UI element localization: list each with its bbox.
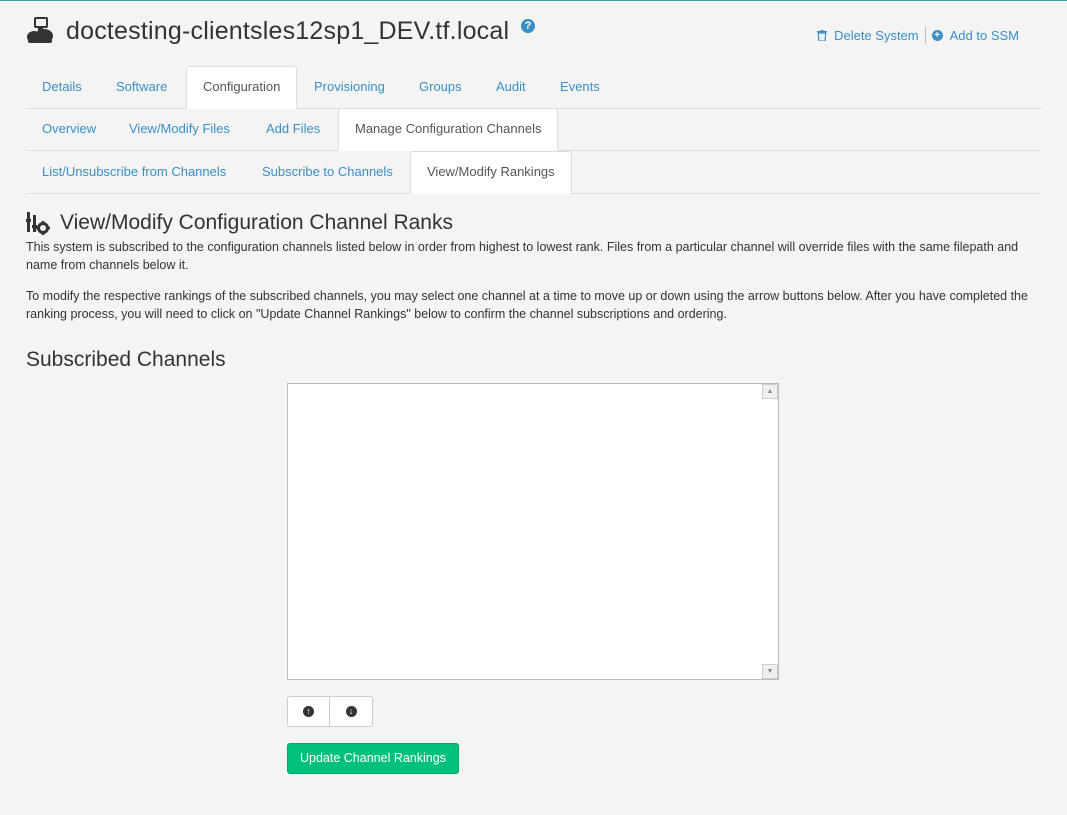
scroll-up-arrow[interactable]: ▲ — [762, 384, 778, 399]
tab-audit[interactable]: Audit — [480, 66, 542, 107]
scroll-down-arrow[interactable]: ▼ — [762, 664, 778, 679]
tab-configuration[interactable]: Configuration — [186, 66, 298, 109]
configuration-subtabs: Overview View/Modify Files Add Files Man… — [26, 108, 1041, 151]
delete-system-link[interactable]: Delete System — [817, 28, 919, 43]
move-down-button[interactable]: ↓ — [330, 696, 373, 727]
tab-provisioning[interactable]: Provisioning — [298, 66, 401, 107]
tab-software[interactable]: Software — [100, 66, 183, 107]
config-channel-icon — [26, 212, 50, 235]
section-header: View/Modify Configuration Channel Ranks — [26, 211, 453, 235]
subscribed-channels-list[interactable]: ▲ ▼ — [287, 383, 779, 680]
description-ranking: This system is subscribed to the configu… — [26, 240, 1019, 272]
help-icon[interactable]: ? — [521, 19, 535, 33]
tab-manage-configuration-channels[interactable]: Manage Configuration Channels — [338, 108, 559, 151]
rank-move-buttons: ↑ ↓ — [287, 696, 373, 727]
system-tabs: Details Software Configuration Provision… — [26, 66, 1041, 109]
delete-system-label: Delete System — [834, 28, 919, 43]
add-to-ssm-link[interactable]: + Add to SSM — [931, 28, 1019, 43]
trash-icon — [817, 30, 828, 41]
move-up-button[interactable]: ↑ — [287, 696, 330, 727]
header-actions: Delete System + Add to SSM — [817, 27, 1019, 44]
tab-overview[interactable]: Overview — [26, 108, 112, 149]
tab-groups[interactable]: Groups — [403, 66, 478, 107]
tab-view-modify-rankings[interactable]: View/Modify Rankings — [410, 151, 572, 194]
description-instructions: To modify the respective rankings of the… — [26, 289, 1028, 321]
subscribed-channels-heading: Subscribed Channels — [26, 348, 226, 371]
add-to-ssm-label: Add to SSM — [949, 28, 1019, 43]
action-divider — [924, 27, 926, 44]
channel-subtabs: List/Unsubscribe from Channels Subscribe… — [26, 151, 1041, 194]
plus-circle-icon: + — [931, 30, 943, 41]
tab-details[interactable]: Details — [26, 66, 98, 107]
update-channel-rankings-button[interactable]: Update Channel Rankings — [287, 743, 459, 774]
tab-add-files[interactable]: Add Files — [250, 108, 336, 149]
arrow-up-circle-icon: ↑ — [303, 706, 314, 717]
tab-events[interactable]: Events — [544, 66, 616, 107]
system-icon — [27, 17, 53, 43]
section-title: View/Modify Configuration Channel Ranks — [60, 211, 453, 234]
tab-list-unsubscribe[interactable]: List/Unsubscribe from Channels — [26, 151, 242, 192]
tab-subscribe-to-channels[interactable]: Subscribe to Channels — [246, 151, 409, 192]
tab-view-modify-files[interactable]: View/Modify Files — [113, 108, 246, 149]
page-header: doctesting-clientsles12sp1_DEV.tf.local … — [26, 15, 1041, 55]
arrow-down-circle-icon: ↓ — [345, 706, 357, 717]
page-title: doctesting-clientsles12sp1_DEV.tf.local — [66, 17, 510, 45]
